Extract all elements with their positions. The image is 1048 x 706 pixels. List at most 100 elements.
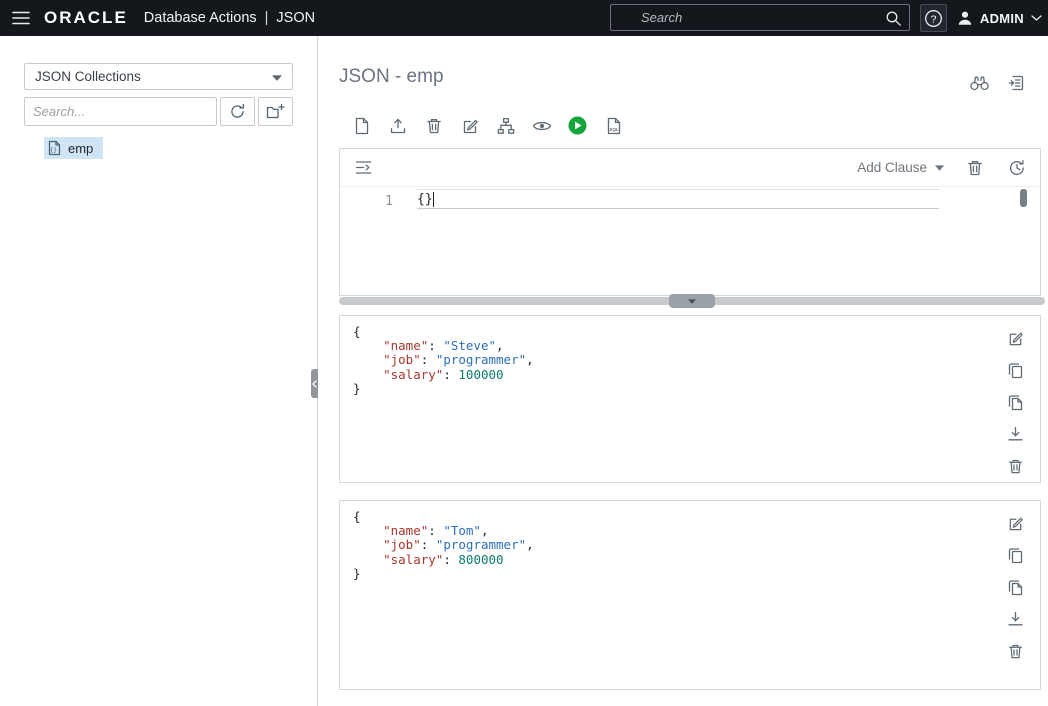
trash-icon: [967, 160, 982, 175]
new-document-icon: [355, 117, 368, 134]
refresh-icon: [231, 103, 245, 118]
edit-query-button[interactable]: [458, 114, 481, 137]
chevron-left-icon: [312, 379, 317, 388]
query-toolbar-right: Add Clause: [857, 156, 1028, 179]
hierarchy-icon: [497, 117, 514, 134]
play-icon: [568, 116, 587, 135]
collection-toolbar: SQL: [319, 94, 1048, 137]
new-document-button[interactable]: [350, 114, 373, 137]
download-icon: [1007, 426, 1023, 441]
collection-search-input[interactable]: [24, 97, 217, 126]
svg-text:?: ?: [931, 13, 937, 25]
duplicate-document-button[interactable]: [1006, 393, 1024, 411]
import-documents-button[interactable]: [386, 114, 409, 137]
help-button[interactable]: ?: [920, 4, 947, 32]
document-actions: [1006, 514, 1024, 660]
tree-item-selection: {} emp: [44, 137, 104, 159]
global-search-button[interactable]: [885, 10, 902, 30]
view-documents-button[interactable]: [530, 114, 553, 137]
download-icon: [1007, 611, 1023, 626]
text-cursor: [432, 191, 434, 207]
help-icon: ?: [925, 9, 942, 27]
export-document-button[interactable]: [1006, 425, 1024, 443]
delete-document-button[interactable]: [1006, 642, 1024, 660]
trash-icon: [1008, 644, 1022, 658]
title-divider: |: [264, 10, 269, 26]
collections-tree: {} emp: [0, 135, 317, 161]
run-query-button[interactable]: [566, 114, 589, 137]
chevron-down-icon: [935, 164, 944, 171]
context-title: JSON: [276, 10, 316, 26]
history-icon: [1009, 159, 1024, 175]
svg-text:SQL: SQL: [609, 126, 619, 131]
find-documents-button[interactable]: [968, 71, 991, 94]
oracle-logo: ORACLE: [44, 8, 128, 27]
main-header: JSON - emp: [319, 36, 1048, 94]
main-panel: JSON - emp SQL Add Clause 1 {} {"name":…: [319, 36, 1048, 706]
user-menu-button[interactable]: ADMIN: [947, 0, 1046, 36]
chevron-down-icon: [272, 69, 282, 84]
copy-icon: [1008, 362, 1022, 378]
export-document-button[interactable]: [1006, 610, 1024, 628]
edit-document-button[interactable]: [1006, 329, 1024, 347]
trash-icon: [426, 118, 441, 133]
hamburger-icon: [12, 11, 30, 25]
collection-details-button[interactable]: [1005, 71, 1028, 94]
add-clause-dropdown[interactable]: Add Clause: [857, 160, 944, 175]
document-json: { "name": "Tom", "job": "programmer", "s…: [353, 509, 534, 581]
new-collection-button[interactable]: [258, 97, 293, 126]
panel-splitter-handle[interactable]: [669, 294, 715, 308]
show-sql-button[interactable]: SQL: [602, 114, 625, 137]
editor-content: {}: [417, 191, 433, 207]
document-actions: [1006, 329, 1024, 475]
global-search: [610, 4, 910, 31]
tree-item-emp[interactable]: {} emp: [0, 135, 317, 161]
top-bar: ORACLE Database Actions | JSON ? ADMIN: [0, 0, 1048, 36]
tree-item-label: emp: [68, 140, 94, 156]
upload-icon: [390, 118, 405, 133]
collections-dropdown-value: JSON Collections: [35, 69, 141, 84]
edit-icon: [1009, 332, 1023, 345]
duplicate-document-button[interactable]: [1006, 578, 1024, 596]
format-icon: [355, 161, 372, 174]
eye-icon: [532, 121, 551, 130]
user-label: ADMIN: [979, 10, 1024, 26]
sql-file-icon: SQL: [607, 117, 620, 134]
edit-icon: [1009, 517, 1023, 530]
sidebar-search-row: [24, 97, 293, 126]
edit-document-button[interactable]: [1006, 514, 1024, 532]
copy-document-button[interactable]: [1006, 546, 1024, 564]
editor-vertical-scrollbar[interactable]: [1020, 189, 1027, 207]
delete-document-button[interactable]: [1006, 457, 1024, 475]
clear-query-button[interactable]: [963, 156, 986, 179]
format-query-button[interactable]: [352, 156, 375, 179]
duplicate-icon: [1008, 579, 1022, 595]
document-json: { "name": "Steve", "job": "programmer", …: [353, 324, 534, 396]
hamburger-menu-button[interactable]: [0, 0, 42, 36]
collections-dropdown[interactable]: JSON Collections: [24, 63, 293, 90]
document-card: { "name": "Tom", "job": "programmer", "s…: [339, 500, 1041, 690]
qbe-view-button[interactable]: [494, 114, 517, 137]
sidebar-collapse-handle[interactable]: [311, 369, 318, 398]
sidebar: JSON Collections {}: [0, 36, 318, 706]
page-title: JSON - emp: [339, 66, 444, 87]
splitter-area: [339, 294, 1045, 308]
document-card: { "name": "Steve", "job": "programmer", …: [339, 315, 1041, 483]
query-toolbar: Add Clause: [340, 149, 1040, 187]
json-collection-icon: {}: [48, 140, 61, 156]
app-title: Database Actions: [143, 10, 257, 26]
copy-document-button[interactable]: [1006, 361, 1024, 379]
delete-documents-button[interactable]: [422, 114, 445, 137]
query-history-button[interactable]: [1005, 156, 1028, 179]
chevron-down-icon: [1031, 14, 1042, 21]
edit-icon: [463, 119, 478, 133]
add-clause-label: Add Clause: [857, 160, 927, 175]
details-panel-icon: [1008, 75, 1023, 90]
chevron-down-icon: [688, 298, 696, 304]
header-actions: [968, 66, 1028, 94]
binoculars-icon: [970, 76, 989, 91]
refresh-button[interactable]: [220, 97, 255, 126]
query-editor[interactable]: 1 {}: [340, 187, 1040, 295]
line-number: 1: [385, 194, 393, 209]
global-search-input[interactable]: [611, 10, 909, 25]
